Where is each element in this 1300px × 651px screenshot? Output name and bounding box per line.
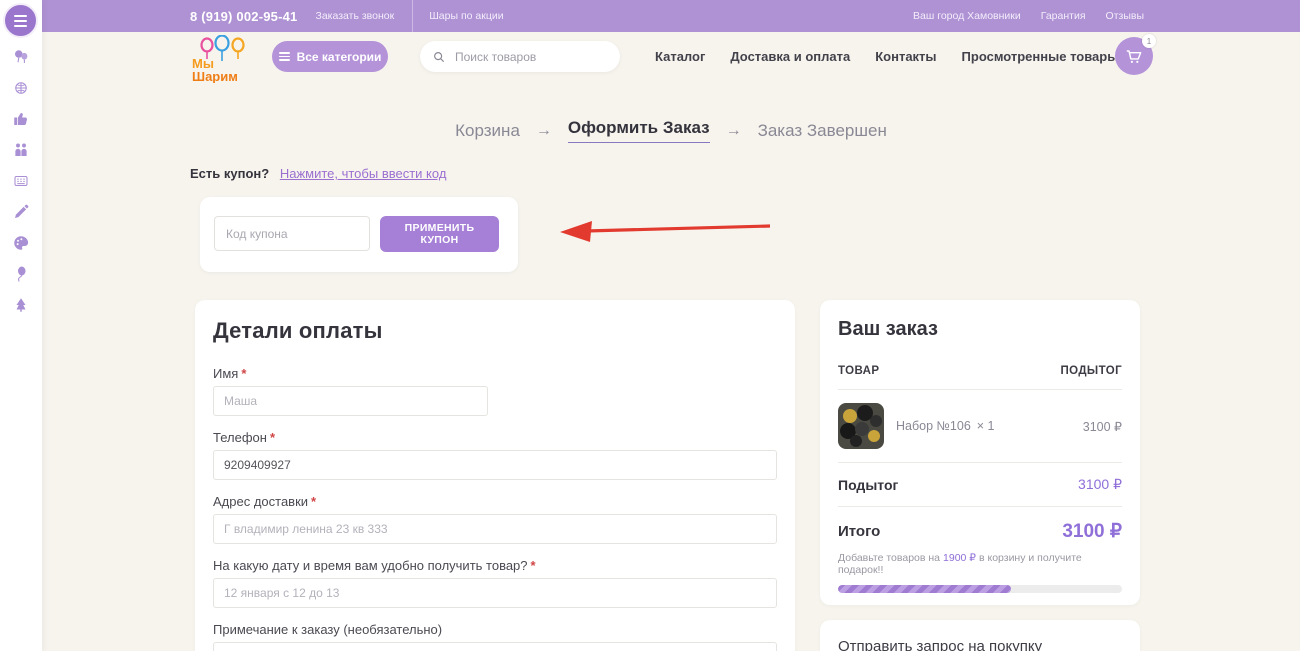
- product-thumbnail: [838, 403, 884, 449]
- phone-input[interactable]: [213, 450, 777, 480]
- balloon-icon[interactable]: [12, 265, 30, 283]
- order-item-row: Набор №106 × 1 3100 ₽: [838, 390, 1122, 463]
- tree-icon[interactable]: [12, 296, 30, 314]
- coupon-question-row: Есть купон? Нажмите, чтобы ввести код: [190, 166, 446, 181]
- name-input[interactable]: [213, 386, 488, 416]
- required-asterisk: *: [270, 430, 275, 445]
- calculator-icon[interactable]: [12, 172, 30, 190]
- coupon-code-input[interactable]: [214, 216, 370, 251]
- nav-delivery-payment[interactable]: Доставка и оплата: [730, 49, 850, 64]
- top-bar: 8 (919) 002-95-41 Заказать звонок Шары п…: [42, 0, 1300, 32]
- phone-field-group: Телефон*: [213, 431, 777, 480]
- topbar-divider: [412, 0, 413, 32]
- thumbs-up-icon[interactable]: [12, 110, 30, 128]
- product-name: Набор №106: [896, 419, 971, 433]
- gift-amount: 1900 ₽: [943, 552, 976, 564]
- search-input[interactable]: [453, 49, 593, 65]
- couple-icon[interactable]: [12, 141, 30, 159]
- nav-catalog[interactable]: Каталог: [655, 49, 705, 64]
- purchase-request-card: Отправить запрос на покупку: [820, 620, 1140, 651]
- gift-progress-bar: [838, 585, 1122, 593]
- balloons-icon[interactable]: [12, 48, 30, 66]
- breadcrumb: Корзина → Оформить Заказ → Заказ Заверше…: [42, 118, 1300, 143]
- subtotal-column-header: ПОДЫТОГ: [1060, 365, 1122, 377]
- breadcrumb-separator: →: [726, 122, 742, 140]
- gift-promo-text: Добавьте товаров на1900 ₽в корзину и пол…: [838, 552, 1122, 576]
- required-asterisk: *: [241, 366, 246, 381]
- name-label: Имя: [213, 366, 238, 381]
- total-label: Итого: [838, 523, 880, 540]
- product-quantity: × 1: [977, 419, 995, 433]
- order-title: Ваш заказ: [838, 318, 1122, 341]
- order-table-header: ТОВАР ПОДЫТОГ: [838, 365, 1122, 390]
- subtotal-row: Подытог 3100 ₽: [838, 463, 1122, 507]
- coupon-question: Есть купон?: [190, 166, 269, 181]
- datetime-field-group: На какую дату и время вам удобно получит…: [213, 559, 777, 608]
- billing-title: Детали оплаты: [213, 318, 777, 344]
- subtotal-value: 3100 ₽: [1078, 476, 1122, 493]
- warranty-link[interactable]: Гарантия: [1041, 10, 1086, 22]
- nav-viewed-products[interactable]: Просмотренные товары: [962, 49, 1119, 64]
- coupon-toggle-link[interactable]: Нажмите, чтобы ввести код: [280, 166, 447, 181]
- sidebar-category-icons: [0, 48, 42, 314]
- left-sidebar: [0, 0, 42, 651]
- all-categories-button[interactable]: Все категории: [272, 41, 388, 72]
- hamburger-icon: [14, 15, 27, 17]
- search-icon: [432, 50, 446, 64]
- address-field-group: Адрес доставки*: [213, 495, 777, 544]
- address-input[interactable]: [213, 514, 777, 544]
- phone-number: 8 (919) 002-95-41: [190, 9, 297, 24]
- address-label: Адрес доставки: [213, 494, 308, 509]
- cart-icon: [1124, 46, 1144, 66]
- menu-button[interactable]: [3, 3, 38, 38]
- breadcrumb-checkout[interactable]: Оформить Заказ: [568, 118, 710, 143]
- all-categories-label: Все категории: [297, 50, 382, 64]
- palette-icon[interactable]: [12, 234, 30, 252]
- datetime-label: На какую дату и время вам удобно получит…: [213, 558, 528, 573]
- breadcrumb-cart[interactable]: Корзина: [455, 121, 520, 141]
- breadcrumb-order-complete: Заказ Завершен: [758, 121, 887, 141]
- billing-details-card: Детали оплаты Имя* Телефон* Адрес достав…: [195, 300, 795, 651]
- cart-count-badge: 1: [1142, 34, 1156, 48]
- nav-contacts[interactable]: Контакты: [875, 49, 936, 64]
- breadcrumb-separator: →: [536, 122, 552, 140]
- apply-coupon-button[interactable]: ПРИМЕНИТЬ КУПОН: [380, 216, 499, 252]
- request-call-link[interactable]: Заказать звонок: [315, 10, 394, 22]
- coupon-card: ПРИМЕНИТЬ КУПОН: [200, 197, 518, 272]
- datetime-input[interactable]: [213, 578, 777, 608]
- product-column-header: ТОВАР: [838, 365, 879, 377]
- hamburger-icon: [279, 50, 290, 63]
- subtotal-label: Подытог: [838, 477, 898, 493]
- logo-text-line2: Шарим: [192, 69, 238, 83]
- order-note-textarea[interactable]: [213, 642, 777, 651]
- search-bar: [420, 41, 620, 72]
- city-selector[interactable]: Ваш город Хамовники: [913, 10, 1021, 22]
- promo-balloons-link[interactable]: Шары по акции: [429, 10, 503, 22]
- product-price: 3100 ₽: [1083, 419, 1122, 434]
- phone-label: Телефон: [213, 430, 267, 445]
- order-note-label: Примечание к заказу (необязательно): [213, 622, 442, 637]
- total-row: Итого 3100 ₽: [838, 507, 1122, 552]
- pencil-icon[interactable]: [12, 203, 30, 221]
- main-nav: Каталог Доставка и оплата Контакты Просм…: [655, 49, 1118, 64]
- gift-progress-fill: [838, 585, 1011, 593]
- order-summary-card: Ваш заказ ТОВАР ПОДЫТОГ Набор №106 × 1: [820, 300, 1140, 605]
- total-value: 3100 ₽: [1062, 520, 1122, 543]
- name-field-group: Имя*: [213, 367, 777, 416]
- shop-logo[interactable]: Мы Шарим: [192, 35, 252, 83]
- disco-ball-icon[interactable]: [12, 79, 30, 97]
- checkout-page: 8 (919) 002-95-41 Заказать звонок Шары п…: [0, 0, 1300, 651]
- required-asterisk: *: [311, 494, 316, 509]
- required-asterisk: *: [531, 558, 536, 573]
- cart-button[interactable]: 1: [1115, 37, 1153, 75]
- annotation-arrow-icon: [552, 215, 774, 250]
- reviews-link[interactable]: Отзывы: [1106, 10, 1144, 22]
- note-field-group: Примечание к заказу (необязательно): [213, 623, 777, 651]
- purchase-request-link[interactable]: Отправить запрос на покупку: [838, 638, 1042, 651]
